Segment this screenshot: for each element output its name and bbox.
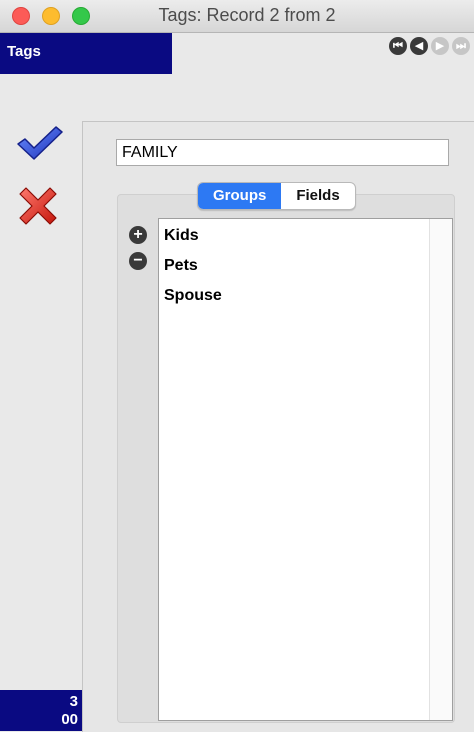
counter-line-1: 3 [69,693,78,710]
tab-fields[interactable]: Fields [281,183,354,209]
title-bar: Tags: Record 2 from 2 [0,0,474,33]
list-item[interactable]: Spouse [164,287,222,305]
record-navigation: ⏮ ◀ ▶ ⏭ [389,37,470,55]
list-item[interactable]: Kids [164,227,199,245]
module-label: Tags [7,43,41,60]
list-scrollbar[interactable] [429,219,452,720]
tab-bar: Groups Fields [197,182,356,210]
checkmark-icon[interactable] [16,124,64,169]
counter-line-2: 00 [61,711,78,728]
window-title: Tags: Record 2 from 2 [158,5,336,25]
action-column [0,75,82,731]
tab-groups[interactable]: Groups [198,183,282,209]
first-record-icon[interactable]: ⏮ [389,37,407,55]
tag-name-field[interactable]: FAMILY [116,139,449,166]
module-header: Tags [0,33,172,74]
list-item[interactable]: Pets [164,257,198,275]
record-counter: 3 00 [0,690,82,731]
last-record-icon[interactable]: ⏭ [452,37,470,55]
groups-list[interactable]: Kids Pets Spouse [158,218,453,721]
previous-record-icon[interactable]: ◀ [410,37,428,55]
add-icon[interactable]: + [129,226,147,244]
next-record-icon[interactable]: ▶ [431,37,449,55]
red-x-icon[interactable] [16,185,60,232]
remove-icon[interactable]: − [129,252,147,270]
